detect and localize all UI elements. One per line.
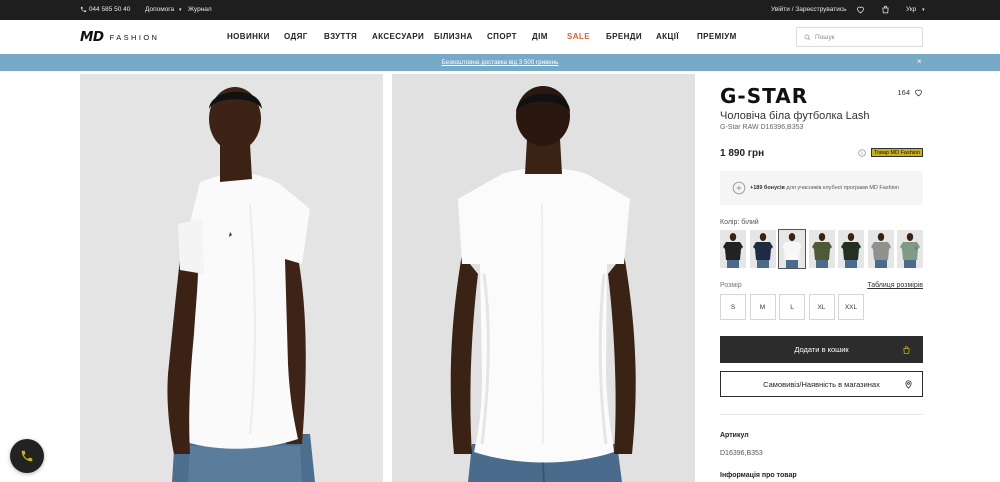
wishlist-button[interactable]: 164 [897,88,923,97]
sku-label: Артикул [720,432,749,439]
nav-item-2[interactable]: ВЗУТТЯ [324,32,357,41]
logo-md: MD [80,29,104,45]
nav-item-8[interactable]: БРЕНДИ [606,32,642,41]
divider [720,414,923,415]
logo-fashion: FASHION [109,32,160,42]
size-option[interactable]: S [720,294,746,320]
likes-count: 164 [897,88,910,97]
help-label: Допомога [145,6,175,13]
bonus-icon [732,181,746,195]
wishlist-icon[interactable] [856,5,865,14]
bonus-text: +189 бонусів для учасників клубної прогр… [750,185,899,191]
nav-item-1[interactable]: ОДЯГ [284,32,308,41]
site-header: MD FASHION НОВИНКИ ОДЯГ ВЗУТТЯ АКСЕСУАРИ БІЛ… [0,20,1000,54]
nav-item-3[interactable]: АКСЕСУАРИ [372,32,424,41]
nav-item-9[interactable]: АКЦІЇ [656,32,679,41]
product-title: Чоловіча біла футболка Lash [720,110,870,122]
search-box[interactable] [796,27,923,47]
search-input[interactable] [815,31,915,44]
product-subtitle: G-Star RAW D16396,B353 [720,124,804,131]
bonus-amount: +189 бонусів [750,185,785,191]
bonus-description: для учасників клубної програми MD Fashio… [784,185,899,191]
help-menu[interactable]: Допомога ▾ [145,6,181,13]
phone-number: 044 585 50 40 [88,6,131,14]
add-to-cart-button[interactable]: Додати в кошик [720,336,923,363]
product-panel: G-STAR 164 Чоловіча біла футболка Lash G… [720,74,924,482]
color-label: Колір: білий [720,219,759,226]
md-fashion-badge: Товар MD Fashion [871,148,924,157]
nav-item-4[interactable]: БІЛИЗНА [434,32,473,41]
size-option[interactable]: XXL [838,294,864,320]
product-photo-side[interactable] [80,74,383,482]
nav-item-0[interactable]: НОВИНКИ [227,32,270,41]
pickup-availability-button[interactable]: Самовивіз/Наявність в магазинах [720,371,923,397]
top-bar: 044 585 50 40 Допомога ▾ Журнал Увійти /… [0,0,1000,20]
color-value: білий [741,219,759,226]
add-to-cart-label: Додати в кошик [794,345,849,354]
auth-link[interactable]: Увійти / Зареєструватись [771,6,847,13]
color-swatch[interactable] [867,230,894,268]
chevron-down-icon: ▾ [922,7,925,13]
close-icon[interactable]: × [917,57,922,66]
chevron-right-icon[interactable]: › [915,246,917,252]
heart-icon [915,89,922,97]
sku-value: D16396,B353 [720,450,763,457]
nav-item-10[interactable]: ПРЕМІУМ [697,32,737,41]
nav-item-5[interactable]: СПОРТ [487,32,517,41]
shopping-bag-icon [903,346,910,354]
color-swatch[interactable] [838,230,864,268]
cart-icon[interactable] [881,5,890,14]
site-logo[interactable]: MD FASHION [80,29,160,45]
color-swatch[interactable] [808,230,835,268]
info-icon[interactable] [858,149,866,157]
language-selector[interactable]: Укр ▾ [906,6,925,13]
language-label: Укр [906,6,917,13]
phone-icon [80,6,87,13]
color-swatch[interactable] [720,230,746,268]
search-icon [804,34,811,41]
chevron-down-icon: ▾ [178,7,182,13]
promo-link[interactable]: Безкоштовна доставка від 3 500 гривень [0,59,1000,66]
brand-logo[interactable]: G-STAR [720,86,808,106]
color-swatch[interactable] [778,229,806,269]
product-info-toggle[interactable]: Інформація про товар [720,472,797,479]
size-table-link[interactable]: Таблиця розмірів [867,282,923,289]
size-label: Розмір [720,282,742,289]
color-swatch[interactable] [749,230,776,268]
product-photo-back[interactable] [392,74,695,482]
size-option[interactable]: XL [808,294,835,320]
journal-link[interactable]: Журнал [188,6,212,13]
color-label-text: Колір: [720,219,740,226]
callback-button[interactable] [10,439,44,473]
phone-icon [21,450,33,462]
nav-item-7[interactable]: SALE [567,32,590,41]
nav-item-6[interactable]: ДІМ [532,32,548,41]
product-price: 1 890 грн [720,148,765,159]
size-option[interactable]: L [779,294,805,320]
color-swatch[interactable] [897,230,923,268]
bonus-box: +189 бонусів для учасників клубної прогр… [720,171,923,205]
pickup-label: Самовивіз/Наявність в магазинах [763,379,880,389]
promo-bar: Безкоштовна доставка від 3 500 гривень × [0,54,1000,71]
size-option[interactable]: M [749,294,776,320]
phone-link[interactable]: 044 585 50 40 [80,6,130,13]
location-pin-icon [905,380,912,389]
